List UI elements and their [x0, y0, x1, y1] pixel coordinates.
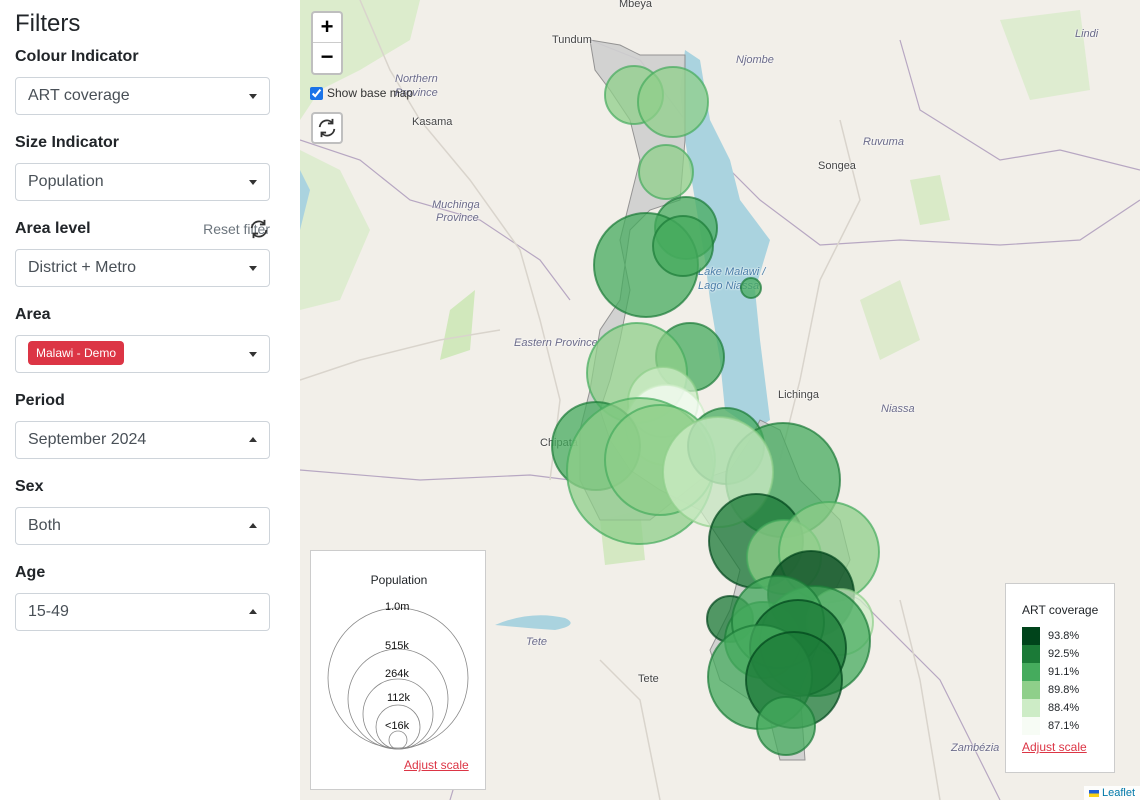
place-label-northern-province: Northern [395, 73, 438, 85]
colour-legend-label: 88.4% [1048, 702, 1080, 714]
colour-legend-adjust-scale-link[interactable]: Adjust scale [1022, 740, 1087, 754]
show-base-map-toggle[interactable]: Show base map [310, 86, 413, 100]
place-label-niassa: Niassa [881, 403, 915, 415]
place-label-kasama: Kasama [412, 116, 453, 128]
chevron-down-icon [249, 352, 257, 357]
reset-filter-icon[interactable] [248, 218, 270, 240]
place-label-zambezia: Zambézia [951, 742, 1000, 754]
leaflet-link[interactable]: Leaflet [1102, 787, 1135, 799]
area-label: Area [15, 306, 51, 323]
size-legend-adjust-scale-link[interactable]: Adjust scale [404, 758, 469, 772]
size-legend-level-2: 515k [385, 640, 409, 652]
size-legend-circle-5 [388, 730, 408, 750]
place-label-tete-region: Tete [526, 636, 548, 648]
colour-legend-label: 87.1% [1048, 720, 1080, 732]
size-legend-level-4: 112k [387, 692, 411, 704]
colour-indicator-value: ART coverage [28, 87, 130, 104]
chevron-down-icon [249, 180, 257, 185]
colour-legend-title: ART coverage [1022, 603, 1099, 617]
zoom-out-button[interactable]: − [313, 43, 341, 73]
chevron-up-icon [249, 437, 257, 442]
colour-legend: ART coverage 93.8% 92.5% 91.1% 89.8% 88.… [1005, 583, 1115, 773]
colour-legend-label: 92.5% [1048, 648, 1080, 660]
colour-legend-item: 92.5% [1022, 645, 1079, 663]
chevron-up-icon [249, 523, 257, 528]
show-base-map-checkbox[interactable] [310, 86, 323, 100]
filters-title: Filters [15, 10, 81, 37]
size-indicator-select[interactable]: Population [15, 163, 270, 201]
place-label-tete-city: Tete [638, 673, 659, 685]
colour-legend-item: 91.1% [1022, 663, 1079, 681]
size-legend-level-5: <16k [385, 720, 410, 732]
size-legend-circle-3 [362, 678, 434, 750]
place-label-lichinga: Lichinga [778, 389, 819, 401]
age-value: 15-49 [28, 603, 69, 620]
place-label-lake-malawi-2: Lago Niassa [698, 280, 760, 292]
colour-legend-item: 89.8% [1022, 681, 1079, 699]
size-legend: Population 1.0m 515k 264k 112k <16k Adju… [310, 550, 486, 790]
refresh-icon [318, 118, 336, 138]
area-level-value: District + Metro [28, 259, 137, 276]
place-label-muchinga: Muchinga [432, 199, 480, 211]
place-label-chipata: Chipata [540, 437, 578, 449]
place-label-tundum: Tundum [552, 34, 592, 46]
place-label-muchinga-2: Province [436, 212, 479, 224]
zoom-in-button[interactable]: + [313, 13, 341, 43]
place-label-songea: Songea [818, 160, 856, 172]
size-legend-level-3: 264k [385, 668, 409, 680]
colour-legend-swatch [1022, 663, 1040, 681]
zoom-control: + − [311, 11, 343, 75]
map-attribution: Leaflet [1083, 786, 1140, 800]
place-label-mbeya: Mbeya [619, 0, 653, 10]
place-label-lake-malawi: Lake Malawi / [698, 266, 766, 278]
size-indicator-label: Size Indicator [15, 134, 120, 151]
sex-value: Both [28, 517, 61, 534]
size-legend-level-1: 1.0m [385, 601, 410, 613]
chevron-down-icon [249, 94, 257, 99]
ukraine-flag-icon [1088, 789, 1099, 797]
colour-legend-item: 93.8% [1022, 627, 1079, 645]
colour-indicator-select[interactable]: ART coverage [15, 77, 270, 115]
size-indicator-value: Population [28, 173, 104, 190]
map-panel[interactable]: Mbeya Tundum Njombe Lindi Northern Provi… [300, 0, 1140, 800]
area-level-select[interactable]: District + Metro [15, 249, 270, 287]
chevron-up-icon [249, 609, 257, 614]
place-label-eastern-province: Eastern Province [514, 337, 598, 349]
colour-legend-item: 87.1% [1022, 717, 1079, 735]
sex-select[interactable]: Both [15, 507, 270, 545]
period-select[interactable]: September 2024 [15, 421, 270, 459]
place-label-ruvuma: Ruvuma [863, 136, 904, 148]
colour-legend-label: 93.8% [1048, 630, 1080, 642]
period-value: September 2024 [28, 431, 147, 448]
colour-legend-swatch [1022, 717, 1040, 735]
area-badge[interactable]: Malawi - Demo [28, 341, 125, 365]
colour-indicator-label: Colour Indicator [15, 48, 139, 65]
colour-legend-swatch [1022, 627, 1040, 645]
colour-legend-swatch [1022, 699, 1040, 717]
chevron-down-icon [249, 266, 257, 271]
sex-label: Sex [15, 478, 44, 495]
area-level-label: Area level [15, 220, 91, 237]
age-label: Age [15, 564, 46, 581]
age-select[interactable]: 15-49 [15, 593, 270, 631]
period-label: Period [15, 392, 65, 409]
colour-legend-swatch [1022, 645, 1040, 663]
place-label-lindi: Lindi [1075, 28, 1099, 40]
colour-legend-item: 88.4% [1022, 699, 1079, 717]
colour-legend-label: 91.1% [1048, 666, 1080, 678]
area-select[interactable]: Malawi - Demo [15, 335, 270, 373]
colour-legend-label: 89.8% [1048, 684, 1080, 696]
colour-legend-swatch [1022, 681, 1040, 699]
filters-sidebar: Filters Colour Indicator ART coverage Si… [0, 0, 300, 800]
place-label-njombe: Njombe [736, 54, 774, 66]
show-base-map-label: Show base map [327, 86, 414, 100]
refresh-map-button[interactable] [311, 112, 343, 144]
